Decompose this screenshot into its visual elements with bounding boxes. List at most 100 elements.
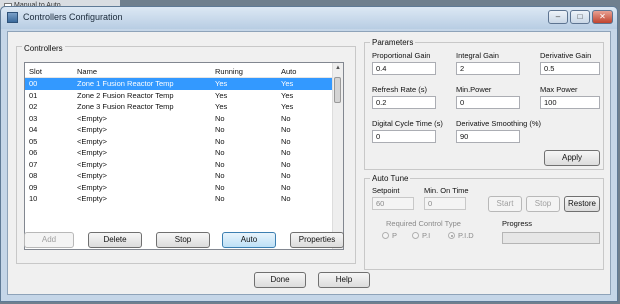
autotune-progress-bar xyxy=(502,232,600,244)
auto-button[interactable]: Auto xyxy=(222,232,276,248)
table-row[interactable]: 04 <Empty> No No xyxy=(25,124,343,136)
row-slot: 08 xyxy=(29,171,38,180)
title-bar[interactable]: Controllers Configuration – □ ✕ xyxy=(1,7,617,29)
properties-button[interactable]: Properties xyxy=(290,232,344,248)
row-running: No xyxy=(215,194,225,203)
refresh-rate-label: Refresh Rate (s) xyxy=(372,85,428,94)
row-name: <Empty> xyxy=(77,125,108,134)
restore-button[interactable]: Restore xyxy=(564,196,600,212)
row-name: <Empty> xyxy=(77,136,108,146)
row-auto: No xyxy=(281,194,291,203)
table-row[interactable]: 07 <Empty> No No xyxy=(25,159,343,171)
column-header-name[interactable]: Name xyxy=(77,67,97,76)
row-auto: No xyxy=(281,182,291,192)
apply-button[interactable]: Apply xyxy=(544,150,600,166)
radio-pid-label: P.I.D xyxy=(458,231,474,240)
maximize-button[interactable]: □ xyxy=(570,10,590,24)
row-auto: Yes xyxy=(281,102,294,111)
column-header-slot[interactable]: Slot xyxy=(29,67,42,76)
proportional-gain-label: Proportional Gain xyxy=(372,51,431,60)
row-auto: No xyxy=(281,113,291,123)
min-on-time-label: Min. On Time xyxy=(424,186,469,195)
row-slot: 03 xyxy=(29,113,38,123)
row-auto: No xyxy=(281,148,291,157)
delete-button[interactable]: Delete xyxy=(88,232,142,248)
row-slot: 05 xyxy=(29,136,38,146)
window-title: Controllers Configuration xyxy=(23,12,123,22)
minimize-button[interactable]: – xyxy=(548,10,568,24)
row-slot: 01 xyxy=(29,90,38,100)
row-name: <Empty> xyxy=(77,194,108,203)
progress-label: Progress xyxy=(502,219,533,228)
digital-cycle-time-label: Digital Cycle Time (s) xyxy=(372,119,443,128)
table-row[interactable]: 09 <Empty> No No xyxy=(25,182,343,194)
list-scrollbar[interactable]: ▲ ▼ xyxy=(332,63,343,249)
derivative-gain-field[interactable] xyxy=(540,62,600,75)
column-header-running[interactable]: Running xyxy=(215,67,243,76)
start-button[interactable]: Start xyxy=(488,196,522,212)
close-button[interactable]: ✕ xyxy=(592,10,613,24)
row-name: <Empty> xyxy=(77,171,108,180)
row-running: Yes xyxy=(215,79,228,88)
row-running: No xyxy=(215,148,225,157)
derivative-smoothing-label: Derivative Smoothing (%) xyxy=(456,119,542,128)
table-row[interactable]: 10 <Empty> No No xyxy=(25,193,343,205)
row-slot: 09 xyxy=(29,182,38,192)
row-slot: 04 xyxy=(29,125,38,134)
scroll-up-arrow-icon[interactable]: ▲ xyxy=(333,63,343,73)
table-row[interactable]: 06 <Empty> No No xyxy=(25,147,343,159)
proportional-gain-field[interactable] xyxy=(372,62,436,75)
row-slot: 00 xyxy=(29,79,38,88)
table-row[interactable]: 03 <Empty> No No xyxy=(25,113,343,125)
list-header: Slot Name Running Auto xyxy=(25,63,343,78)
row-auto: Yes xyxy=(281,90,294,100)
row-running: No xyxy=(215,113,225,123)
integral-gain-field[interactable] xyxy=(456,62,520,75)
row-name: Zone 1 Fusion Reactor Temp xyxy=(77,79,174,88)
dialog-client: Controllers Slot Name Running Auto 00 Zon… xyxy=(7,31,611,295)
parameters-group-label: Parameters xyxy=(370,38,416,47)
autotune-stop-button[interactable]: Stop xyxy=(526,196,560,212)
radio-pi-label: P.I xyxy=(422,231,431,240)
required-control-type-label: Required Control Type xyxy=(386,219,461,228)
row-slot: 02 xyxy=(29,102,38,111)
setpoint-field[interactable] xyxy=(372,197,414,210)
row-auto: Yes xyxy=(281,79,294,88)
min-power-field[interactable] xyxy=(456,96,520,109)
table-row[interactable]: 05 <Empty> No No xyxy=(25,136,343,148)
row-running: Yes xyxy=(215,102,228,111)
row-name: <Empty> xyxy=(77,148,108,157)
done-button[interactable]: Done xyxy=(254,272,306,288)
table-row[interactable]: 08 <Empty> No No xyxy=(25,170,343,182)
radio-pid[interactable] xyxy=(448,232,455,239)
row-name: Zone 2 Fusion Reactor Temp xyxy=(77,90,174,100)
row-auto: No xyxy=(281,159,291,169)
controllers-list[interactable]: Slot Name Running Auto 00 Zone 1 Fusion R… xyxy=(24,62,344,250)
row-running: No xyxy=(215,125,225,134)
refresh-rate-field[interactable] xyxy=(372,96,436,109)
scroll-thumb[interactable] xyxy=(334,77,341,103)
row-slot: 07 xyxy=(29,159,38,169)
table-row[interactable]: 00 Zone 1 Fusion Reactor Temp Yes Yes xyxy=(25,78,343,90)
table-row[interactable]: 02 Zone 3 Fusion Reactor Temp Yes Yes xyxy=(25,101,343,113)
row-auto: No xyxy=(281,125,291,134)
row-running: No xyxy=(215,136,225,146)
radio-pi[interactable] xyxy=(412,232,419,239)
row-name: <Empty> xyxy=(77,113,108,123)
stop-button[interactable]: Stop xyxy=(156,232,210,248)
radio-p-label: P xyxy=(392,231,398,240)
add-button[interactable]: Add xyxy=(24,232,74,248)
table-row[interactable]: 01 Zone 2 Fusion Reactor Temp Yes Yes xyxy=(25,90,343,102)
digital-cycle-time-field[interactable] xyxy=(372,130,436,143)
help-button[interactable]: Help xyxy=(318,272,370,288)
row-name: <Empty> xyxy=(77,182,108,192)
integral-gain-label: Integral Gain xyxy=(456,51,499,60)
derivative-gain-label: Derivative Gain xyxy=(540,51,592,60)
radio-p[interactable] xyxy=(382,232,389,239)
min-on-time-field[interactable] xyxy=(424,197,466,210)
app-icon xyxy=(7,12,18,23)
column-header-auto[interactable]: Auto xyxy=(281,67,296,76)
max-power-field[interactable] xyxy=(540,96,600,109)
derivative-smoothing-field[interactable] xyxy=(456,130,520,143)
max-power-label: Max Power xyxy=(540,85,578,94)
